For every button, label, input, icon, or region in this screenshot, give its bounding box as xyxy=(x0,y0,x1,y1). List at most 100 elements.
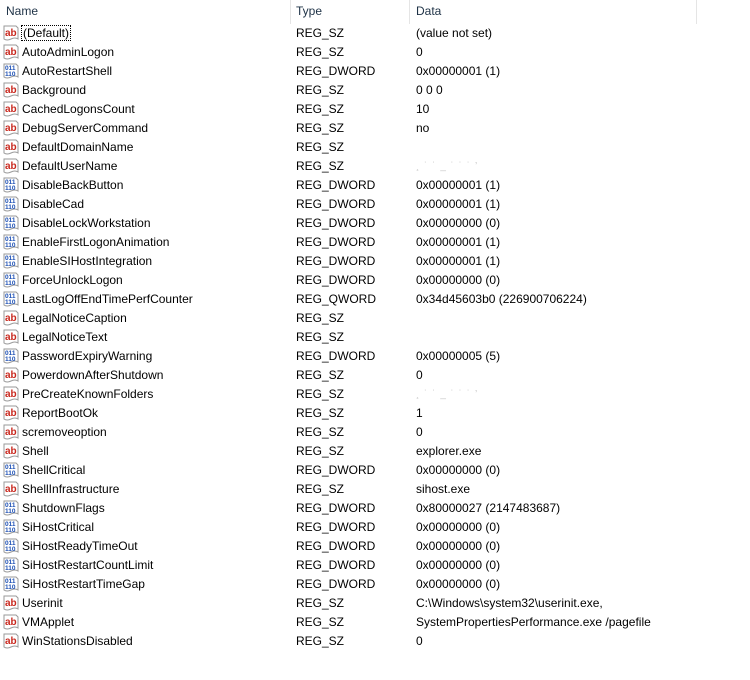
binary-value-icon: 011 110 xyxy=(3,291,19,307)
column-header-type[interactable]: Type xyxy=(296,0,322,24)
registry-value-row[interactable]: ab DefaultUserName REG_SZ ¸ ˙ ˙ _ ˙ ˙ ˙ … xyxy=(0,157,697,176)
registry-value-row[interactable]: 011 110 PasswordExpiryWarning REG_DWORD 0… xyxy=(0,347,697,366)
value-data: 0x00000001 (1) xyxy=(416,178,501,192)
string-value-icon: ab xyxy=(3,595,19,611)
registry-value-row[interactable]: ab DefaultDomainName REG_SZ xyxy=(0,138,697,157)
svg-text:110: 110 xyxy=(5,242,16,249)
value-name: LegalNoticeCaption xyxy=(21,309,128,328)
value-data: 0 xyxy=(416,425,423,439)
value-type: REG_SZ xyxy=(296,159,345,173)
value-name: ShellInfrastructure xyxy=(21,480,120,499)
value-name-label: PasswordExpiryWarning xyxy=(22,349,153,363)
value-type: REG_DWORD xyxy=(296,197,376,211)
svg-text:110: 110 xyxy=(5,470,16,477)
registry-value-row[interactable]: ab Shell REG_SZ explorer.exe xyxy=(0,442,697,461)
svg-text:ab: ab xyxy=(5,313,17,324)
registry-value-row[interactable]: ab DebugServerCommand REG_SZ no xyxy=(0,119,697,138)
value-name-label: Userinit xyxy=(22,596,63,610)
column-divider[interactable] xyxy=(409,0,410,24)
svg-text:ab: ab xyxy=(5,598,17,609)
registry-value-row[interactable]: ab Userinit REG_SZ C:\Windows\system32\u… xyxy=(0,594,697,613)
registry-value-row[interactable]: ab ReportBootOk REG_SZ 1 xyxy=(0,404,697,423)
svg-text:ab: ab xyxy=(5,636,17,647)
column-divider[interactable] xyxy=(696,0,697,24)
svg-text:110: 110 xyxy=(5,71,16,78)
registry-value-row[interactable]: 011 110 ForceUnlockLogon REG_DWORD 0x0000… xyxy=(0,271,697,290)
registry-value-row[interactable]: ab scremoveoption REG_SZ 0 xyxy=(0,423,697,442)
registry-value-row[interactable]: ab (Default) REG_SZ (value not set) xyxy=(0,24,697,43)
value-type: REG_SZ xyxy=(296,140,345,154)
value-type: REG_QWORD xyxy=(296,292,377,306)
value-data: 0x00000000 (0) xyxy=(416,520,501,534)
value-name-label: EnableSIHostIntegration xyxy=(22,254,153,268)
value-name: VMApplet xyxy=(21,613,75,632)
value-type: REG_DWORD xyxy=(296,216,376,230)
registry-value-row[interactable]: ab LegalNoticeCaption REG_SZ xyxy=(0,309,697,328)
registry-value-row[interactable]: ab PreCreateKnownFolders REG_SZ ¸ ˙ ˙ _ … xyxy=(0,385,697,404)
registry-value-row[interactable]: 011 110 SiHostRestartCountLimit REG_DWORD… xyxy=(0,556,697,575)
registry-value-row[interactable]: 011 110 EnableFirstLogonAnimation REG_DWO… xyxy=(0,233,697,252)
value-name-label: PreCreateKnownFolders xyxy=(22,387,154,401)
registry-value-row[interactable]: 011 110 DisableLockWorkstation REG_DWORD … xyxy=(0,214,697,233)
value-name-label: ForceUnlockLogon xyxy=(22,273,123,287)
value-name: Shell xyxy=(21,442,50,461)
value-data: 0x00000001 (1) xyxy=(416,197,501,211)
binary-value-icon: 011 110 xyxy=(3,272,19,288)
value-type: REG_SZ xyxy=(296,330,345,344)
value-type: REG_SZ xyxy=(296,634,345,648)
registry-value-row[interactable]: 011 110 DisableCad REG_DWORD 0x00000001 (… xyxy=(0,195,697,214)
registry-value-row[interactable]: ab Background REG_SZ 0 0 0 xyxy=(0,81,697,100)
value-name: SiHostRestartTimeGap xyxy=(21,575,146,594)
registry-value-row[interactable]: ab ShellInfrastructure REG_SZ sihost.exe xyxy=(0,480,697,499)
registry-value-row[interactable]: 011 110 DisableBackButton REG_DWORD 0x000… xyxy=(0,176,697,195)
value-name: SiHostRestartCountLimit xyxy=(21,556,154,575)
binary-value-icon: 011 110 xyxy=(3,215,19,231)
value-type: REG_SZ xyxy=(296,45,345,59)
registry-value-row[interactable]: 011 110 AutoRestartShell REG_DWORD 0x0000… xyxy=(0,62,697,81)
value-name-label: DebugServerCommand xyxy=(22,121,149,135)
value-data: 10 xyxy=(416,102,430,116)
column-divider[interactable] xyxy=(290,0,291,24)
string-value-icon: ab xyxy=(3,120,19,136)
string-value-icon: ab xyxy=(3,367,19,383)
registry-value-row[interactable]: ab AutoAdminLogon REG_SZ 0 xyxy=(0,43,697,62)
binary-value-icon: 011 110 xyxy=(3,500,19,516)
value-type: REG_SZ xyxy=(296,311,345,325)
svg-text:ab: ab xyxy=(5,28,17,39)
registry-value-row[interactable]: 011 110 EnableSIHostIntegration REG_DWORD… xyxy=(0,252,697,271)
svg-text:110: 110 xyxy=(5,223,16,230)
value-name: DisableCad xyxy=(21,195,85,214)
registry-value-row[interactable]: ab WinStationsDisabled REG_SZ 0 xyxy=(0,632,697,651)
value-name: (Default) xyxy=(20,24,72,43)
binary-value-icon: 011 110 xyxy=(3,519,19,535)
registry-value-row[interactable]: 011 110 LastLogOffEndTimePerfCounter REG_… xyxy=(0,290,697,309)
registry-value-row[interactable]: 011 110 ShutdownFlags REG_DWORD 0x8000002… xyxy=(0,499,697,518)
registry-value-row[interactable]: 011 110 SiHostRestartTimeGap REG_DWORD 0x… xyxy=(0,575,697,594)
value-type: REG_SZ xyxy=(296,121,345,135)
value-data: sihost.exe xyxy=(416,482,471,496)
svg-text:ab: ab xyxy=(5,389,17,400)
string-value-icon: ab xyxy=(3,25,19,41)
value-data: 0x00000000 (0) xyxy=(416,273,501,287)
registry-values-list: ab (Default) REG_SZ (value not set) ab A… xyxy=(0,24,750,651)
value-name: Userinit xyxy=(21,594,64,613)
registry-value-row[interactable]: 011 110 SiHostCritical REG_DWORD 0x000000… xyxy=(0,518,697,537)
registry-value-row[interactable]: ab CachedLogonsCount REG_SZ 10 xyxy=(0,100,697,119)
column-header-name[interactable]: Name xyxy=(6,0,38,24)
svg-text:110: 110 xyxy=(5,546,16,553)
value-name: PreCreateKnownFolders xyxy=(21,385,154,404)
value-name-label: ShutdownFlags xyxy=(22,501,105,515)
value-name: EnableSIHostIntegration xyxy=(21,252,153,271)
value-name-label: DisableBackButton xyxy=(22,178,124,192)
column-header-data[interactable]: Data xyxy=(416,0,441,24)
value-name: ShutdownFlags xyxy=(21,499,106,518)
registry-value-row[interactable]: ab PowerdownAfterShutdown REG_SZ 0 xyxy=(0,366,697,385)
value-data: ¸ ˙ ˙ _ ˙ ˙ ˙ ’ xyxy=(416,389,479,400)
registry-value-row[interactable]: 011 110 SiHostReadyTimeOut REG_DWORD 0x00… xyxy=(0,537,697,556)
value-type: REG_DWORD xyxy=(296,349,376,363)
registry-value-row[interactable]: ab VMApplet REG_SZ SystemPropertiesPerfo… xyxy=(0,613,697,632)
value-name: ReportBootOk xyxy=(21,404,99,423)
registry-value-row[interactable]: ab LegalNoticeText REG_SZ xyxy=(0,328,697,347)
string-value-icon: ab xyxy=(3,614,19,630)
registry-value-row[interactable]: 011 110 ShellCritical REG_DWORD 0x0000000… xyxy=(0,461,697,480)
